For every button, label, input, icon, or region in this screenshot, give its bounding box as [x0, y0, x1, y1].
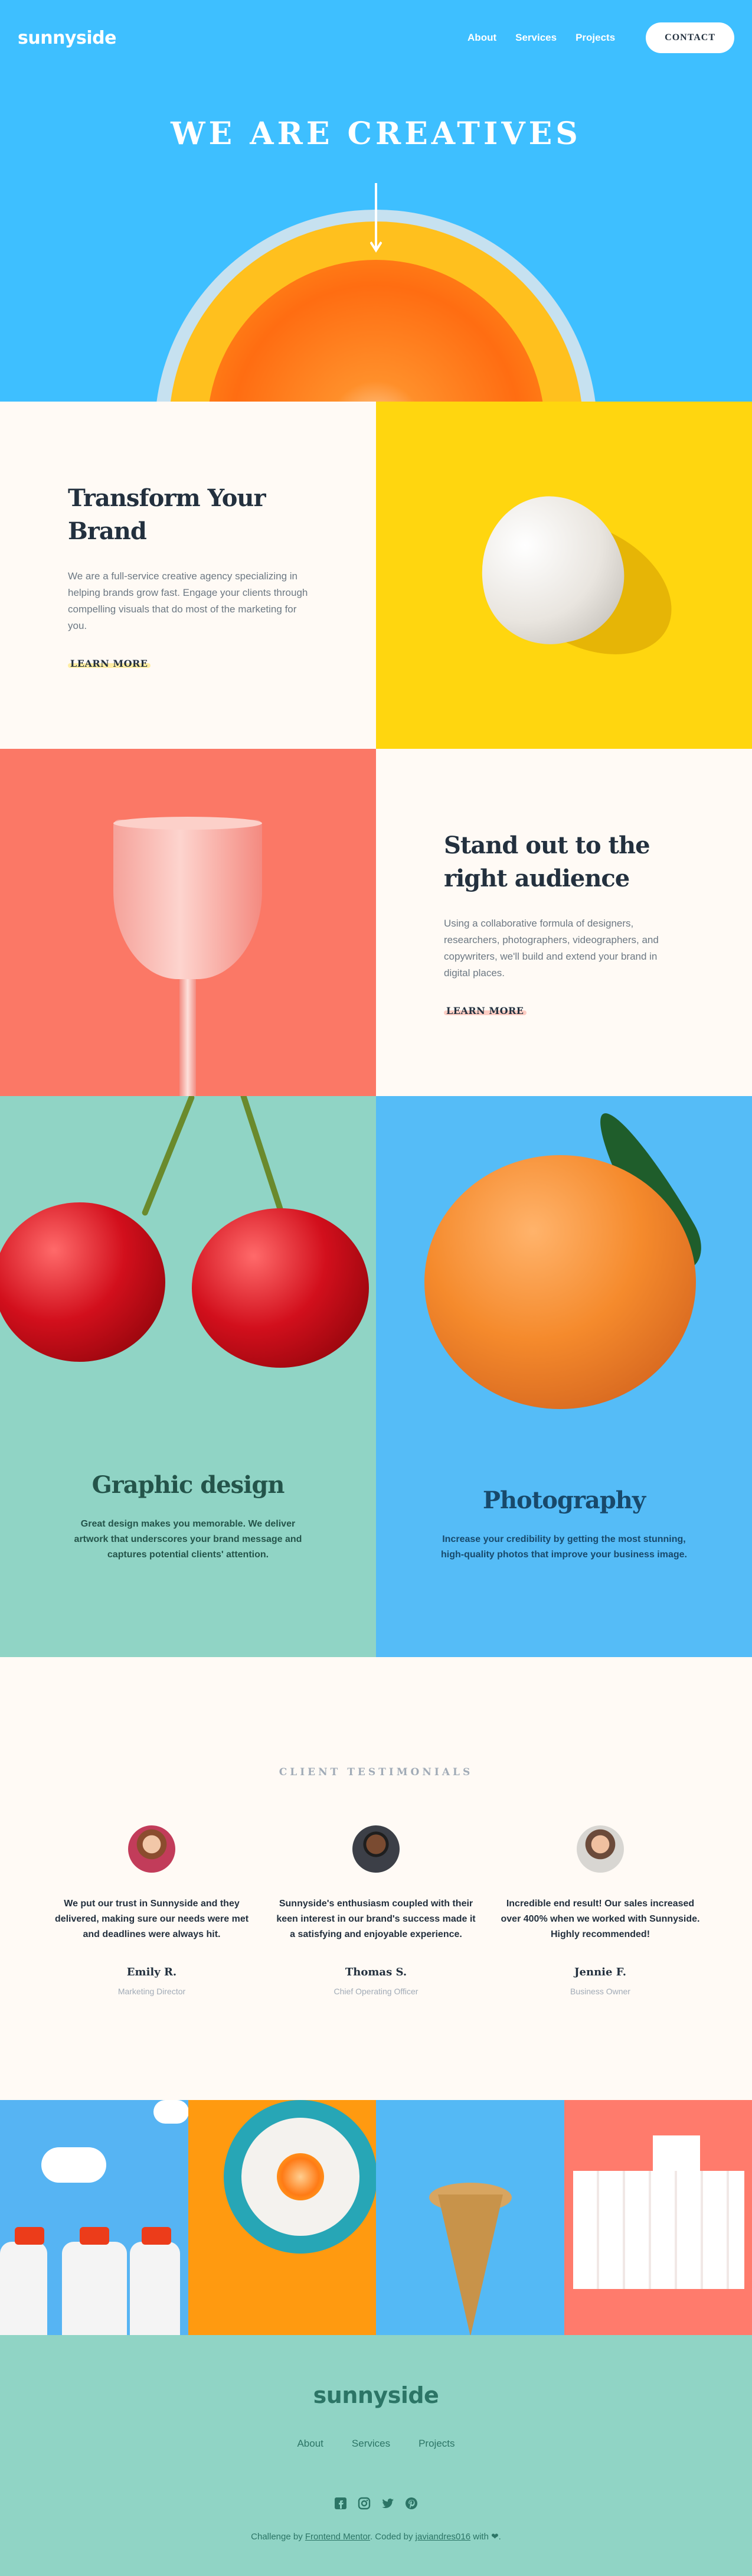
footer-link-about[interactable]: About — [297, 2438, 323, 2450]
graphic-design-title: Graphic design — [92, 1471, 285, 1499]
heart-icon: ❤ — [491, 2532, 499, 2542]
transform-learn-more-link[interactable]: LEARN MORE — [68, 658, 151, 669]
gallery-section — [0, 2100, 752, 2335]
testimonial-quote: Sunnyside's enthusiasm coupled with thei… — [273, 1896, 479, 1942]
graphic-design-tile: Graphic design Great design makes you me… — [0, 1096, 376, 1657]
transform-section: Transform Your Brand We are a full-servi… — [0, 402, 752, 749]
cherry-left — [0, 1202, 165, 1362]
sugar-cube-stack — [653, 2135, 700, 2171]
top-nav: sunnyside About Services Projects CONTAC… — [18, 21, 734, 54]
photography-tile: Photography Increase your credibility by… — [376, 1096, 752, 1657]
testimonial-name: Jennie F. — [574, 1966, 626, 1978]
facebook-icon[interactable] — [334, 2497, 347, 2510]
pinterest-icon[interactable] — [405, 2497, 418, 2510]
transform-text: Transform Your Brand We are a full-servi… — [0, 402, 376, 749]
cup-image — [0, 749, 376, 1096]
footer-logo[interactable]: sunnyside — [0, 2382, 752, 2408]
attribution-mid: . Coded by — [370, 2532, 416, 2542]
testimonial-card: Incredible end result! Our sales increas… — [497, 1825, 704, 1996]
cherry-stem — [141, 1096, 195, 1217]
instagram-icon[interactable] — [358, 2497, 371, 2510]
hero-title: WE ARE CREATIVES — [0, 116, 752, 152]
transform-title: Transform Your Brand — [68, 482, 308, 548]
testimonial-quote: We put our trust in Sunnyside and they d… — [48, 1896, 255, 1942]
logo[interactable]: sunnyside — [18, 28, 116, 48]
photography-body: Increase your credibility by getting the… — [440, 1532, 688, 1563]
avatar-thomas — [352, 1825, 400, 1873]
attribution-end: . — [499, 2532, 501, 2542]
transform-body: We are a full-service creative agency sp… — [68, 568, 308, 634]
footer-link-projects[interactable]: Projects — [418, 2438, 455, 2450]
orange-half — [277, 2153, 324, 2200]
cone-body — [438, 2195, 503, 2335]
egg-image — [376, 402, 752, 749]
standout-section: Stand out to the right audience Using a … — [0, 749, 752, 1096]
orange-image — [424, 1155, 696, 1409]
gallery-orange-plate-image — [188, 2100, 377, 2335]
nav-links: About Services Projects CONTACT — [467, 22, 734, 53]
nav-link-services[interactable]: Services — [515, 32, 557, 44]
gallery-sugar-cubes-image — [564, 2100, 752, 2335]
footer-link-services[interactable]: Services — [352, 2438, 390, 2450]
author-link[interactable]: javiandres016 — [416, 2532, 470, 2542]
transform-learn-more-label: LEARN MORE — [70, 658, 148, 669]
footer-nav: About Services Projects — [0, 2438, 752, 2450]
testimonial-role: Business Owner — [570, 1987, 630, 1996]
testimonial-cards: We put our trust in Sunnyside and they d… — [0, 1825, 752, 1996]
attribution-prefix: Challenge by — [251, 2532, 305, 2542]
gallery-milk-bottles-image — [0, 2100, 188, 2335]
cup-bowl — [113, 820, 262, 979]
testimonial-quote: Incredible end result! Our sales increas… — [497, 1896, 704, 1942]
sugar-cubes — [573, 2171, 744, 2289]
testimonial-name: Emily R. — [127, 1966, 176, 1978]
cherry-right — [192, 1208, 369, 1368]
graphic-design-body: Great design makes you memorable. We del… — [64, 1517, 312, 1563]
cup-stem — [179, 973, 196, 1096]
nav-link-projects[interactable]: Projects — [576, 32, 615, 44]
testimonials-section: CLIENT TESTIMONIALS We put our trust in … — [0, 1657, 752, 2100]
testimonial-name: Thomas S. — [345, 1966, 407, 1978]
standout-body: Using a collaborative formula of designe… — [444, 915, 684, 982]
bottle-cap — [142, 2227, 171, 2245]
services-section: Graphic design Great design makes you me… — [0, 1096, 752, 1657]
testimonial-card: We put our trust in Sunnyside and they d… — [48, 1825, 255, 1996]
cloud-shape — [153, 2100, 188, 2124]
testimonial-card: Sunnyside's enthusiasm coupled with thei… — [273, 1825, 479, 1996]
standout-text: Stand out to the right audience Using a … — [376, 749, 752, 1096]
standout-learn-more-link[interactable]: LEARN MORE — [444, 1005, 527, 1016]
bottle-cap — [80, 2227, 109, 2245]
gallery-cone-image — [376, 2100, 564, 2335]
attribution-suffix: with — [470, 2532, 491, 2542]
bottle-shape — [0, 2242, 47, 2335]
avatar-jennie — [577, 1825, 624, 1873]
bottle-shape — [130, 2242, 180, 2335]
nav-link-about[interactable]: About — [467, 32, 496, 44]
footer: sunnyside About Services Projects Challe… — [0, 2335, 752, 2576]
cloud-shape — [41, 2147, 106, 2183]
social-icons — [0, 2497, 752, 2510]
standout-learn-more-label: LEARN MORE — [446, 1005, 524, 1016]
avatar-emily — [128, 1825, 175, 1873]
cup-rim — [113, 817, 262, 830]
photography-title: Photography — [483, 1486, 645, 1514]
testimonials-label: CLIENT TESTIMONIALS — [0, 1766, 752, 1778]
cherry-stem — [240, 1096, 285, 1218]
contact-button[interactable]: CONTACT — [646, 22, 734, 53]
bottle-cap — [15, 2227, 44, 2245]
bottle-shape — [62, 2242, 127, 2335]
hero-section: sunnyside About Services Projects CONTAC… — [0, 0, 752, 402]
frontend-mentor-link[interactable]: Frontend Mentor — [305, 2532, 370, 2542]
standout-title: Stand out to the right audience — [444, 829, 684, 895]
twitter-icon[interactable] — [381, 2497, 394, 2510]
testimonial-role: Chief Operating Officer — [334, 1987, 418, 1996]
attribution: Challenge by Frontend Mentor. Coded by j… — [0, 2531, 752, 2542]
arrow-down-icon[interactable] — [370, 183, 382, 254]
testimonial-role: Marketing Director — [118, 1987, 185, 1996]
